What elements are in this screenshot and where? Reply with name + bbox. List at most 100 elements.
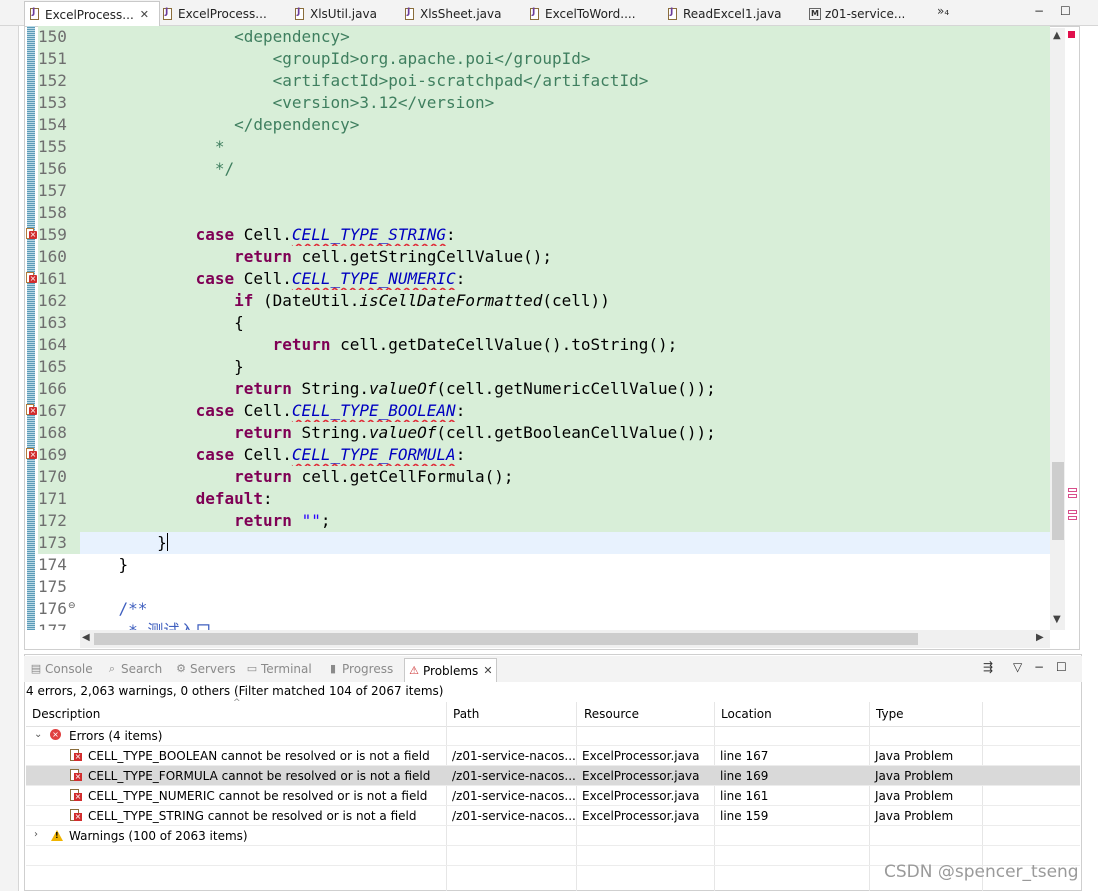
code-line: 174 } [24,554,1050,576]
problem-location: line 169 [720,769,769,783]
java-file-icon [529,7,541,21]
editor-tab-xlssheet[interactable]: XlsSheet.java [404,3,501,25]
vertical-scroll-thumb[interactable] [1052,462,1064,540]
line-number: 167 [38,400,82,422]
line-number: 152 [38,70,82,92]
line-number: 172 [38,510,82,532]
horizontal-scrollbar[interactable]: ◀ ▶ [80,630,1050,648]
tab-label: Progress [342,662,394,676]
code-line: 152 <artifactId>poi-scratchpad</artifact… [24,70,1050,92]
tab-problems[interactable]: ⚠ Problems ✕ [404,658,497,682]
code-text: </dependency> [80,114,1050,136]
table-row-selected[interactable]: CELL_TYPE_FORMULA cannot be resolved or … [26,766,1080,786]
view-menu-icon[interactable]: ▽ [1013,660,1022,674]
java-file-icon [294,7,306,21]
line-number: 155 [38,136,82,158]
code-text: <version>3.12</version> [80,92,1050,114]
horizontal-scroll-thumb[interactable] [94,633,918,645]
tab-label: XlsSheet.java [420,7,502,21]
column-type[interactable]: Type [876,707,904,721]
editor-tab-exceltoword[interactable]: ExcelToWord.... [529,3,636,25]
code-lines[interactable]: 150 <dependency> 151 <groupId>org.apache… [24,26,1050,630]
tab-terminal[interactable]: ▭ Terminal [246,662,312,676]
code-line-error: 167 case Cell.CELL_TYPE_BOOLEAN: [24,400,1050,422]
filter-icon[interactable]: ⇶ [983,660,993,674]
code-line: 171 default: [24,488,1050,510]
terminal-icon: ▭ [246,662,258,675]
close-icon[interactable]: ✕ [140,8,149,21]
maximize-button[interactable]: ☐ [1060,4,1071,18]
tab-label: XlsUtil.java [310,7,377,21]
panel-minimize-button[interactable]: − [1034,660,1044,674]
editor-tab-readexcel1[interactable]: ReadExcel1.java [667,3,782,25]
overview-error-mark[interactable] [1068,488,1077,492]
tab-progress[interactable]: ▮ Progress [327,662,393,676]
editor-tab-excelprocessor-active[interactable]: ExcelProcess... ✕ [24,1,160,27]
close-icon[interactable]: ✕ [483,664,492,677]
scroll-right-icon[interactable]: ▶ [1036,632,1044,643]
code-text: case Cell.CELL_TYPE_FORMULA: [80,444,1050,466]
table-row[interactable]: CELL_TYPE_NUMERIC cannot be resolved or … [26,786,1080,806]
problem-type: Java Problem [875,769,954,783]
error-marker-icon[interactable] [26,272,37,284]
column-description[interactable]: Description [32,707,100,721]
column-path[interactable]: Path [453,707,479,721]
line-number: 161 [38,268,82,290]
overview-error-mark[interactable] [1068,510,1077,514]
warnings-group-row[interactable]: › Warnings (100 of 2063 items) [26,826,1080,846]
code-text: return ""; [80,510,1050,532]
line-number: 165 [38,356,82,378]
code-text: /** [80,598,1050,620]
fold-toggle-icon[interactable]: ⊖ [68,601,76,611]
tab-label: ExcelToWord.... [545,7,636,21]
error-marker-icon[interactable] [26,448,37,460]
line-number: 166 [38,378,82,400]
tab-overflow-button[interactable]: »₄ [937,4,949,18]
error-marker-icon[interactable] [26,228,37,240]
errors-group-row[interactable]: ⌄ × Errors (4 items) [26,726,1080,746]
table-row[interactable]: CELL_TYPE_STRING cannot be resolved or i… [26,806,1080,826]
overview-error-mark[interactable] [1068,516,1077,520]
problem-description: CELL_TYPE_BOOLEAN cannot be resolved or … [88,749,430,763]
code-text [80,576,1050,598]
code-text: return String.valueOf(cell.getNumericCel… [80,378,1050,400]
scroll-left-icon[interactable]: ◀ [82,632,90,643]
line-number: 170 [38,466,82,488]
table-row[interactable]: CELL_TYPE_BOOLEAN cannot be resolved or … [26,746,1080,766]
code-text: <artifactId>poi-scratchpad</artifactId> [80,70,1050,92]
code-text: <dependency> [80,26,1050,48]
editor-tab-pom[interactable]: M z01-service... [809,3,905,25]
overview-error-mark[interactable] [1068,494,1077,498]
line-number: 154 [38,114,82,136]
scroll-up-icon[interactable]: ▲ [1053,30,1061,41]
tab-search[interactable]: ⌕ Search [106,662,162,676]
chevron-right-icon[interactable]: › [34,829,38,840]
problem-location: line 167 [720,749,769,763]
tab-servers[interactable]: ⚙ Servers [175,662,236,676]
problem-resource: ExcelProcessor.java [582,809,700,823]
minimize-button[interactable]: − [1034,4,1044,18]
line-number: 162 [38,290,82,312]
chevron-down-icon[interactable]: ⌄ [34,729,42,740]
watermark-text: CSDN @spencer_tseng [884,862,1079,882]
line-number: 174 [38,554,82,576]
tab-console[interactable]: ▤ Console [30,662,93,676]
column-location[interactable]: Location [721,707,772,721]
java-error-icon [70,769,82,782]
problem-description: CELL_TYPE_FORMULA cannot be resolved or … [88,769,431,783]
code-line-error: 161 case Cell.CELL_TYPE_NUMERIC: [24,268,1050,290]
editor-tab-xlsutil[interactable]: XlsUtil.java [294,3,377,25]
text-caret [166,533,168,551]
problems-table-header: Description Path Resource Location Type [26,702,1080,727]
code-text: * 测试入口 [80,620,1050,630]
error-marker-icon[interactable] [26,404,37,416]
editor-tab-excelprocessor-2[interactable]: ExcelProcess... [162,3,267,25]
column-resource[interactable]: Resource [584,707,639,721]
overview-ruler[interactable] [1066,28,1078,630]
vertical-scrollbar[interactable]: ▲ ▼ [1050,28,1065,630]
panel-maximize-button[interactable]: ☐ [1056,660,1067,674]
code-text: } [80,554,1050,576]
scroll-down-icon[interactable]: ▼ [1053,614,1061,625]
line-number: 175 [38,576,82,598]
code-text: */ [80,158,1050,180]
